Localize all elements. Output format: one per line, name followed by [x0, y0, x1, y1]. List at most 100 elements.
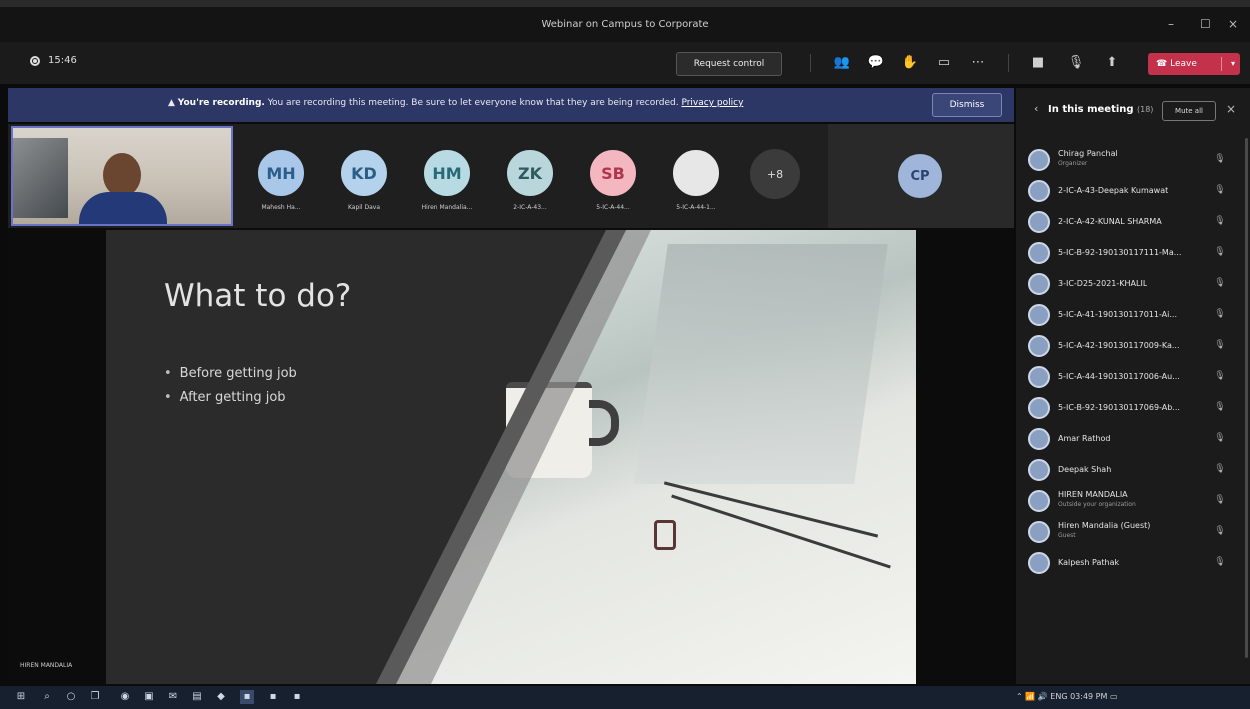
participant-name: Hiren Mandalia... [421, 204, 473, 211]
privacy-policy-link[interactable]: Privacy policy [681, 98, 743, 108]
participant-tile[interactable]: SB 5-IC-A-44... [572, 148, 654, 211]
mail-icon[interactable]: ✉ [166, 690, 180, 704]
recording-bold: You're recording. [177, 98, 265, 108]
participant-row[interactable]: Amar Rathod 🎙 [1016, 423, 1250, 454]
network-icon[interactable]: 📶 [1025, 692, 1035, 701]
recording-text: You are recording this meeting. Be sure … [267, 98, 679, 108]
microphone-icon[interactable]: 🎙 [1214, 215, 1226, 227]
pdf-icon[interactable]: ◆ [214, 690, 228, 704]
microphone-icon[interactable]: 🎙 [1214, 556, 1226, 568]
participant-tile[interactable]: MH Mahesh Ha... [240, 148, 322, 211]
microphone-icon[interactable]: 🎙 [1214, 339, 1226, 351]
language-indicator[interactable]: ENG [1050, 692, 1067, 701]
participant-tile[interactable]: HM Hiren Mandalia... [406, 148, 488, 211]
participant-name: Mahesh Ha... [261, 204, 301, 211]
app-icon[interactable]: ▪ [290, 690, 304, 704]
rooms-icon[interactable]: ▭ [934, 53, 954, 73]
participants-icon[interactable]: 👥 [832, 53, 852, 73]
microphone-icon[interactable]: 🎙 [1214, 153, 1226, 165]
participant-row[interactable]: 5-IC-B-92-190130117069-Ab... 🎙 [1016, 392, 1250, 423]
microphone-icon[interactable]: 🎙 [1214, 525, 1226, 537]
microphone-icon[interactable]: 🎙 [1214, 494, 1226, 506]
self-video-tile[interactable] [11, 126, 233, 226]
bullet-item: Before getting job [164, 366, 297, 381]
participant-name: Chirag Panchal [1058, 149, 1118, 158]
share-screen-icon[interactable]: ⬆ [1102, 53, 1122, 73]
edge-icon[interactable]: ◉ [118, 690, 132, 704]
microphone-icon[interactable]: 🎙 [1066, 53, 1086, 73]
participant-row[interactable]: 5-IC-B-92-190130117111-Ma... 🎙 [1016, 237, 1250, 268]
word-icon[interactable]: ▪ [266, 690, 280, 704]
participant-name: 5-IC-A-42-190130117009-Ka... [1058, 341, 1180, 350]
chevron-left-icon[interactable]: ‹ [1034, 102, 1038, 115]
clock[interactable]: 03:49 PM [1070, 692, 1107, 701]
participant-tile[interactable]: KD Kapil Dava [323, 148, 405, 211]
microphone-icon[interactable]: 🎙 [1214, 246, 1226, 258]
participant-row[interactable]: 3-IC-D25-2021-KHALIL 🎙 [1016, 268, 1250, 299]
request-control-button[interactable]: Request control [676, 52, 782, 76]
leave-divider [1221, 57, 1222, 71]
reactions-icon[interactable]: ✋ [900, 53, 920, 73]
close-icon[interactable]: × [1228, 17, 1238, 31]
participant-row[interactable]: Deepak Shah 🎙 [1016, 454, 1250, 485]
microphone-icon[interactable]: 🎙 [1214, 370, 1226, 382]
participant-role: Outside your organization [1058, 501, 1136, 508]
search-icon[interactable]: ⌕ [40, 690, 54, 704]
dismiss-button[interactable]: Dismiss [932, 93, 1002, 117]
microphone-icon[interactable]: 🎙 [1214, 277, 1226, 289]
teams-taskbar-icon[interactable]: ▪ [240, 690, 254, 704]
participant-row[interactable]: 2-IC-A-43-Deepak Kumawat 🎙 [1016, 175, 1250, 206]
maximize-icon[interactable]: ☐ [1200, 17, 1211, 31]
chevron-down-icon[interactable]: ▾ [1231, 53, 1235, 75]
cortana-icon[interactable]: ○ [64, 690, 78, 704]
avatar [1028, 366, 1050, 388]
participant-row[interactable]: Kalpesh Pathak 🎙 [1016, 547, 1250, 578]
background-window [13, 138, 68, 218]
participant-avatar: MH [256, 148, 306, 198]
notification-icon[interactable]: ▭ [1110, 692, 1118, 701]
participant-name: Kalpesh Pathak [1058, 558, 1120, 567]
participant-row[interactable]: Chirag Panchal Organizer 🎙 [1016, 144, 1250, 175]
chevron-up-icon[interactable]: ⌃ [1016, 692, 1023, 701]
microphone-icon[interactable]: 🎙 [1214, 401, 1226, 413]
more-participants-button[interactable]: +8 [750, 149, 800, 199]
participant-row[interactable]: HIREN MANDALIA Outside your organization 🎙 [1016, 485, 1250, 516]
participant-name: Kapil Dava [347, 204, 381, 211]
start-icon[interactable]: ⊞ [14, 690, 28, 704]
microphone-icon[interactable]: 🎙 [1214, 463, 1226, 475]
participant-row[interactable]: 5-IC-A-41-190130117011-Ai... 🎙 [1016, 299, 1250, 330]
panel-scrollbar[interactable] [1245, 138, 1248, 658]
recording-banner: ▲ You're recording. You are recording th… [8, 88, 1014, 122]
toolbar-divider [810, 54, 811, 72]
participant-name: 5-IC-A-44-190130117006-Au... [1058, 372, 1180, 381]
cp-tile[interactable]: CP [828, 124, 1014, 228]
volume-icon[interactable]: 🔊 [1038, 692, 1048, 701]
microphone-icon[interactable]: 🎙 [1214, 432, 1226, 444]
participant-row[interactable]: Hiren Mandalia (Guest) Guest 🎙 [1016, 516, 1250, 547]
participant-role: Guest [1058, 532, 1076, 539]
store-icon[interactable]: ▣ [142, 690, 156, 704]
window-title: Webinar on Campus to Corporate [541, 19, 709, 30]
participant-tile[interactable]: 5-IC-A-44-1... [655, 148, 737, 211]
close-panel-icon[interactable]: × [1226, 102, 1236, 116]
participant-row[interactable]: 5-IC-A-42-190130117009-Ka... 🎙 [1016, 330, 1250, 361]
participant-row[interactable]: 2-IC-A-42-KUNAL SHARMA 🎙 [1016, 206, 1250, 237]
participant-tile[interactable]: ZK 2-IC-A-43... [489, 148, 571, 211]
participant-row[interactable]: 5-IC-A-44-190130117006-Au... 🎙 [1016, 361, 1250, 392]
avatar [1028, 521, 1050, 543]
participant-avatar [671, 148, 721, 198]
phone-icon: ☎ [1156, 59, 1168, 69]
camera-icon[interactable]: ■ [1028, 53, 1048, 73]
avatar [1028, 242, 1050, 264]
microphone-icon[interactable]: 🎙 [1214, 184, 1226, 196]
chat-icon[interactable]: 💬 [866, 53, 886, 73]
folder-icon[interactable]: ▤ [190, 690, 204, 704]
recording-message: ▲ You're recording. You are recording th… [168, 98, 743, 108]
mute-all-button[interactable]: Mute all [1162, 101, 1216, 121]
more-actions-icon[interactable]: ⋯ [968, 53, 988, 73]
task-view-icon[interactable]: ❐ [88, 690, 102, 704]
microphone-icon[interactable]: 🎙 [1214, 308, 1226, 320]
participant-name: 2-IC-A-43... [513, 204, 547, 211]
minimize-icon[interactable]: – [1168, 17, 1174, 31]
leave-button[interactable]: ☎ Leave ▾ [1148, 53, 1240, 75]
